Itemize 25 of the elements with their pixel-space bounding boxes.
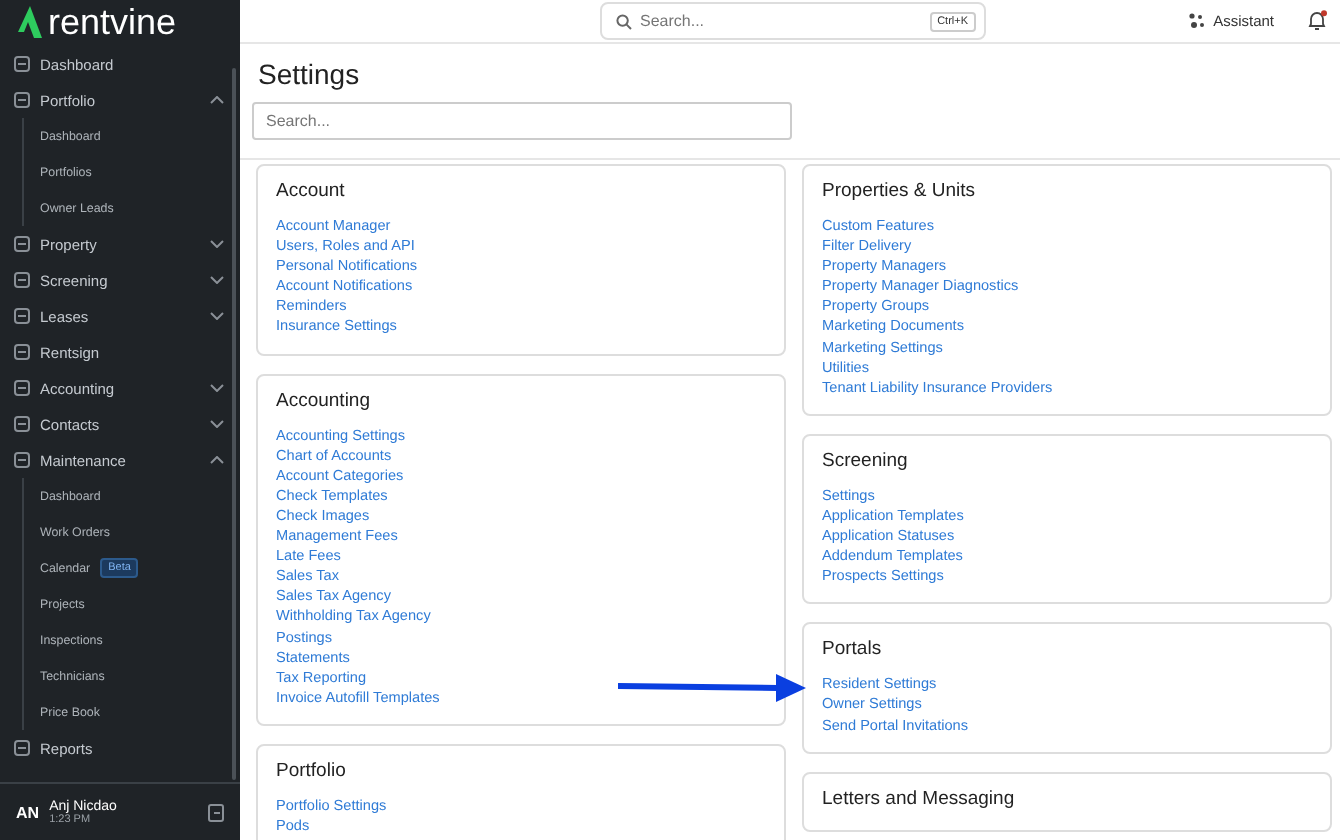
menu-item-icon [14,344,30,360]
menu-item-icon [14,452,30,468]
menu-item-icon [14,308,30,324]
brand-name: rentvine [48,2,177,42]
card-title: Portals [822,636,884,665]
menu-item-icon [14,272,30,288]
menu-item-icon [14,92,30,108]
settings-search-field[interactable]: Search... [252,102,792,140]
menu-item-icon [14,740,30,756]
menu-item-icon [14,416,30,432]
card-title: Portfolio [276,757,348,786]
search-icon [616,13,632,29]
card-title: Properties & Units [822,178,978,206]
card-title: Accounting [276,387,373,416]
user-initials: AN [16,803,40,821]
menu-item-icon [14,56,30,72]
menu-item-icon [14,236,30,252]
scrollbar[interactable] [232,68,236,780]
leaf-logo-icon [18,6,42,38]
menu-item-icon [14,380,30,396]
card-title: Account [276,178,347,206]
page-title: Settings [258,56,362,92]
bell-icon[interactable] [1306,10,1328,32]
card-title: Letters and Messaging [822,785,1017,814]
card-title: Screening [822,447,910,476]
